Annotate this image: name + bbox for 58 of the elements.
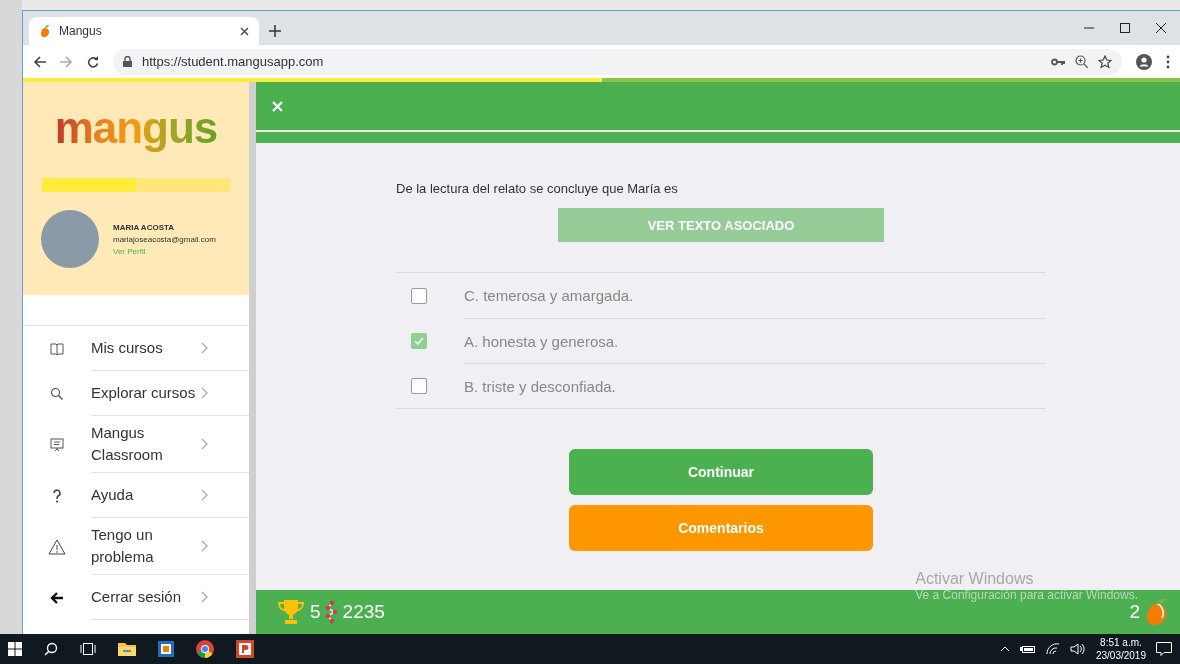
checkbox[interactable] (411, 287, 427, 304)
chevron-right-icon (201, 591, 208, 603)
browser-icon[interactable] (196, 640, 214, 658)
question-text: De la lectura del relato se concluye que María es (396, 181, 679, 196)
wifi-icon[interactable] (1045, 643, 1060, 655)
warning-icon (48, 538, 66, 555)
star-icon[interactable] (1098, 54, 1112, 69)
lock-icon (123, 56, 132, 67)
key-icon[interactable] (1051, 57, 1065, 66)
close-icon[interactable] (1156, 23, 1166, 33)
search-icon (50, 386, 64, 401)
node-graph-icon (324, 600, 339, 624)
points-count: 2235 (342, 601, 385, 623)
task-view-icon[interactable] (80, 643, 96, 655)
mango-count: 2 (1129, 601, 1140, 623)
maximize-icon[interactable] (1120, 23, 1130, 33)
chevron-right-icon (201, 342, 208, 354)
presentation-app-icon[interactable] (236, 640, 254, 658)
activation-subtitle: Ve a Configuración para activar Windows. (915, 588, 1138, 602)
check-icon (414, 336, 424, 345)
speaker-icon[interactable] (1069, 643, 1086, 655)
account-icon[interactable] (1136, 53, 1152, 70)
chevron-right-icon (201, 489, 208, 501)
chevron-right-icon (201, 438, 208, 450)
avatar (41, 210, 99, 268)
trophy-count: 5 (310, 601, 321, 623)
activation-title: Activar Windows (915, 570, 1035, 588)
menu-icon[interactable] (1166, 54, 1170, 69)
arrow-left-icon (50, 591, 64, 604)
url-text: https://student.mangusapp.com (142, 54, 325, 69)
checkbox[interactable] (411, 332, 427, 349)
presentation-board-icon (50, 437, 64, 452)
battery-icon[interactable] (1019, 644, 1036, 654)
browser-tab[interactable]: Mangus (29, 17, 259, 45)
mango-icon (39, 24, 51, 38)
reload-icon[interactable] (87, 55, 99, 68)
chevron-right-icon (201, 540, 208, 552)
notification-icon[interactable] (1156, 642, 1172, 656)
chevron-right-icon (201, 387, 208, 399)
zoom-icon[interactable] (1075, 55, 1088, 68)
book-icon (50, 342, 64, 355)
user-email: mariajoseacosta@gmail.com (113, 234, 216, 244)
question-mark-icon (52, 488, 62, 503)
checkbox[interactable] (411, 377, 427, 394)
trophy-icon (276, 598, 306, 626)
app-icon[interactable] (158, 641, 174, 657)
windows-start-icon[interactable] (8, 642, 22, 656)
close-icon[interactable] (240, 26, 249, 36)
new-tab-icon[interactable] (269, 25, 281, 37)
folder-icon[interactable] (118, 642, 136, 656)
back-arrow-icon[interactable] (33, 55, 46, 68)
address-bar[interactable]: https://student.mangusapp.com (113, 48, 1122, 75)
tab-title: Mangus (59, 24, 103, 38)
clock[interactable]: 8:51 a.m. 23/03/2019 (1095, 636, 1146, 662)
scrollbar[interactable] (249, 82, 256, 634)
search-icon[interactable] (44, 642, 58, 656)
chevron-up-icon[interactable] (999, 646, 1010, 652)
user-name: MARIA ACOSTA (113, 222, 176, 232)
